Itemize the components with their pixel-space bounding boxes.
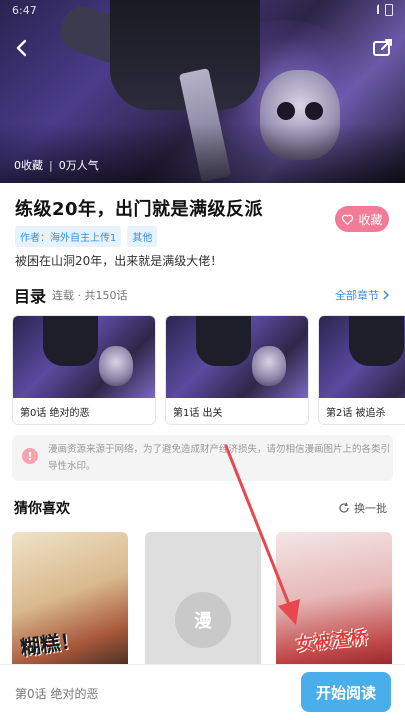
chapter-list[interactable]: 第0话 绝对的恶 第1话 出关 第2话 被追杀	[12, 315, 405, 425]
cover-title-art: 糊糕！	[18, 627, 82, 661]
all-chapters-link[interactable]: 全部章节	[335, 287, 391, 303]
catalog-meta: 连载 · 共150话	[52, 289, 128, 302]
favorite-button[interactable]: 收藏	[335, 206, 389, 232]
recommend-card[interactable]: 漫	[145, 532, 261, 672]
comic-title: 练级20年，出门就是满级反派	[15, 199, 264, 220]
catalog-title: 目录	[14, 287, 47, 306]
genre-tag[interactable]: 其他	[127, 226, 158, 247]
status-time: 6:47	[12, 4, 37, 17]
refresh-icon	[339, 502, 349, 513]
all-chapters-label: 全部章节	[335, 289, 379, 302]
refresh-button[interactable]: 换一批	[338, 500, 387, 516]
chapter-card[interactable]: 第0话 绝对的恶	[12, 315, 156, 425]
disclaimer-text: 漫画资源来源于网络，为了避免造成财产经济损失，请勿相信漫画图片上的各类引导性水印…	[48, 444, 391, 472]
chapter-label: 第0话 绝对的恶	[20, 408, 90, 419]
cover-title-art: 女被渣桥	[295, 627, 370, 656]
bottom-bar: 第0话 绝对的恶 开始阅读	[0, 664, 405, 720]
popularity-count: 0万人气	[58, 159, 99, 172]
last-read-chapter[interactable]: 第0话 绝对的恶	[15, 685, 98, 702]
chapter-thumbnail	[319, 316, 405, 398]
status-bar: 6:47	[0, 0, 405, 22]
heart-icon	[342, 214, 354, 225]
author-tag[interactable]: 作者：海外自主上传1	[15, 226, 122, 247]
catalog-header: 目录 连载 · 共150话 全部章节	[14, 283, 391, 306]
cover-stats: 0收藏 | 0万人气	[14, 157, 99, 173]
status-icons	[369, 4, 393, 16]
comic-description: 被困在山洞20年，出来就是满级大佬！	[15, 254, 223, 268]
share-button[interactable]	[371, 36, 395, 60]
favorite-count: 0收藏	[14, 159, 43, 172]
chapter-label: 第2话 被追杀	[326, 408, 386, 419]
placeholder-icon: 漫	[175, 592, 231, 648]
chapter-thumbnail	[166, 316, 308, 398]
battery-icon	[385, 4, 393, 16]
chevron-left-icon	[16, 39, 27, 57]
chevron-right-icon	[383, 290, 390, 300]
recommend-title: 猜你喜欢	[14, 501, 70, 517]
recommend-card[interactable]: 糊糕！	[12, 532, 128, 672]
comic-tags: 作者：海外自主上传1 其他	[15, 226, 158, 247]
back-button[interactable]	[10, 36, 34, 60]
start-reading-button[interactable]: 开始阅读	[301, 672, 391, 712]
signal-icon	[369, 4, 379, 14]
chapter-card[interactable]: 第1话 出关	[165, 315, 309, 425]
recommend-card[interactable]: 女被渣桥	[276, 532, 392, 672]
refresh-label: 换一批	[354, 502, 387, 515]
cover-banner: 6:47 0收藏 | 0万人气	[0, 0, 405, 183]
disclaimer-notice: ! 漫画资源来源于网络，为了避免造成财产经济损失，请勿相信漫画图片上的各类引导性…	[12, 435, 393, 481]
chapter-label: 第1话 出关	[173, 408, 223, 419]
chapter-thumbnail	[13, 316, 155, 398]
warning-icon: !	[22, 448, 38, 464]
share-icon	[373, 39, 392, 56]
chapter-card[interactable]: 第2话 被追杀	[318, 315, 405, 425]
favorite-label: 收藏	[358, 212, 383, 227]
stats-separator: |	[49, 158, 53, 172]
cover-shade	[0, 123, 405, 183]
